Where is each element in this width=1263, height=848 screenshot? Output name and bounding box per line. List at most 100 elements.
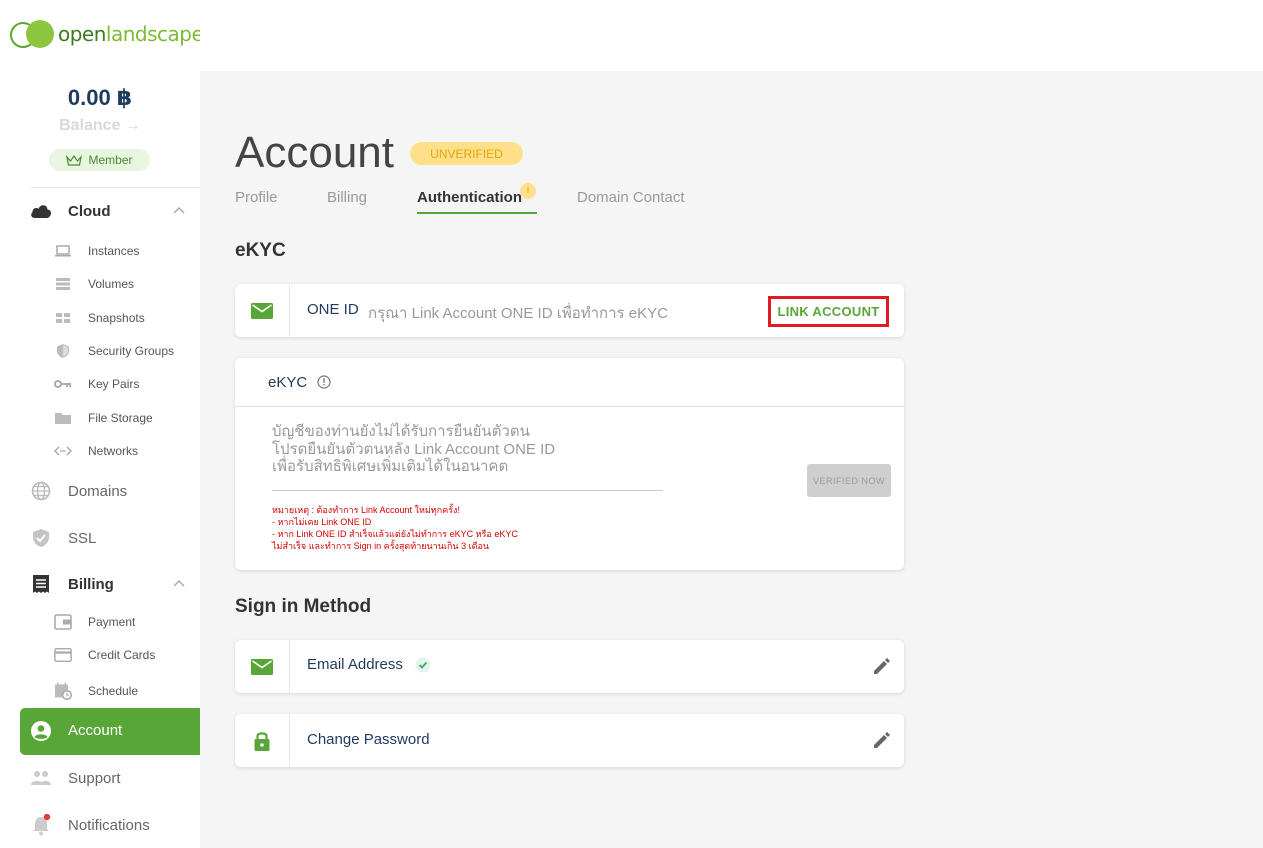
crown-icon <box>66 154 83 166</box>
tab-authentication[interactable]: Authentication <box>417 189 522 206</box>
sidebar-item-label: Networks <box>88 444 139 458</box>
sidebar-item-label: Cloud <box>68 202 111 220</box>
sidebar-item-notifications[interactable]: Notifications <box>0 811 200 839</box>
mail-icon <box>251 658 273 675</box>
member-badge: Member <box>49 149 150 171</box>
active-tab-indicator <box>417 212 537 214</box>
balance-block: 0.00 ฿ Balance → <box>0 85 200 135</box>
logo-text: openlandscape <box>58 22 204 46</box>
sidebar-item-label: Key Pairs <box>88 377 140 391</box>
ekyc-card-title: eKYC <box>268 374 308 391</box>
pencil-icon[interactable] <box>870 728 894 752</box>
credit-card-icon <box>54 646 72 664</box>
sidebar-item-ssl[interactable]: SSL <box>0 524 200 552</box>
member-label: Member <box>88 153 133 167</box>
balance-link[interactable]: Balance → <box>0 117 200 135</box>
sidebar-item-volumes[interactable]: Volumes <box>0 273 200 295</box>
change-password-card: Change Password <box>235 714 904 767</box>
sidebar-item-key-pairs[interactable]: Key Pairs <box>0 373 200 395</box>
folder-icon <box>54 409 72 427</box>
ekyc-message-line: เพื่อรับสิทธิพิเศษเพิ่มเติมได้ในอนาคต <box>272 458 509 475</box>
top-header-bar <box>200 0 1263 71</box>
shield-icon <box>54 342 72 360</box>
volumes-icon <box>54 275 72 293</box>
chevron-up-icon[interactable] <box>172 577 186 591</box>
logo-mark <box>10 20 56 48</box>
openlandscape-logo[interactable]: openlandscape <box>10 20 204 48</box>
sidebar-item-billing[interactable]: Billing <box>0 570 200 598</box>
ekyc-note: หมายเหตุ : ต้องทำการ Link Account ใหม่ทุ… <box>272 504 518 552</box>
sidebar-item-label: Schedule <box>88 684 139 698</box>
check-circle-icon <box>415 657 431 673</box>
sidebar-item-label: Credit Cards <box>88 648 156 662</box>
sidebar-item-label: Instances <box>88 244 140 258</box>
balance-amount: 0.00 ฿ <box>67 85 133 110</box>
email-icon-cell <box>235 640 290 693</box>
sidebar-item-label: Volumes <box>88 277 135 291</box>
ekyc-message-line: โปรดยืนยันตัวตนหลัง Link Account ONE ID <box>272 440 556 458</box>
ekyc-card: eKYC บัญชีของท่านยังไม่ได้รับการยืนยันตั… <box>235 358 904 570</box>
password-icon-cell <box>235 714 290 767</box>
one-id-icon-cell <box>235 284 290 337</box>
one-id-title: ONE ID <box>307 301 359 318</box>
tab-billing[interactable]: Billing <box>327 189 367 206</box>
pencil-icon[interactable] <box>870 654 894 678</box>
snapshots-icon <box>54 309 72 327</box>
sidebar-item-label: File Storage <box>88 411 153 425</box>
ekyc-message-line: บัญชีของท่านยังไม่ได้รับการยืนยันตัวตน <box>272 423 530 440</box>
sidebar-item-snapshots[interactable]: Snapshots <box>0 307 200 329</box>
key-icon <box>54 375 72 393</box>
info-badge-icon: i <box>520 183 536 199</box>
ekyc-card-header: eKYC <box>235 358 904 407</box>
sidebar-item-security-groups[interactable]: Security Groups <box>0 340 200 362</box>
sidebar-item-credit-cards[interactable]: Credit Cards <box>0 644 200 666</box>
tab-domain-contact[interactable]: Domain Contact <box>577 189 685 206</box>
sidebar-item-account[interactable]: Account <box>20 708 200 755</box>
sidebar-item-label: Notifications <box>68 816 150 834</box>
sidebar-item-instances[interactable]: Instances <box>0 240 200 262</box>
tab-profile[interactable]: Profile <box>235 189 278 206</box>
cloud-icon <box>30 200 52 222</box>
lock-icon <box>254 731 270 751</box>
email-address-card: Email Address <box>235 640 904 693</box>
people-icon <box>30 767 52 789</box>
sidebar-item-support[interactable]: Support <box>0 764 200 792</box>
sidebar-item-file-storage[interactable]: File Storage <box>0 407 200 429</box>
ekyc-note-line: หมายเหตุ : ต้องทำการ Link Account ใหม่ทุ… <box>272 505 460 515</box>
verified-now-button[interactable]: VERIFIED NOW <box>807 464 891 497</box>
chevron-up-icon[interactable] <box>172 204 186 218</box>
one-id-description: กรุณา Link Account ONE ID เพื่อทำการ eKY… <box>368 305 668 322</box>
receipt-icon <box>30 573 52 595</box>
sidebar-item-label: Security Groups <box>88 344 175 358</box>
sidebar-item-label: SSL <box>68 529 97 547</box>
ekyc-message: บัญชีของท่านยังไม่ได้รับการยืนยันตัวตน โ… <box>272 423 555 476</box>
sidebar-item-label: Support <box>68 769 121 787</box>
link-account-button[interactable]: LINK ACCOUNT <box>768 296 889 327</box>
sidebar-item-networks[interactable]: Networks <box>0 440 200 462</box>
globe-icon <box>30 480 52 502</box>
bell-icon <box>30 814 52 836</box>
sidebar-item-label: Billing <box>68 575 114 593</box>
ekyc-heading: eKYC <box>235 240 286 261</box>
sign-in-method-heading: Sign in Method <box>235 596 372 617</box>
wallet-icon <box>54 613 72 631</box>
status-badge: UNVERIFIED <box>410 142 523 165</box>
ekyc-note-line: - หาก Link ONE ID สำเร็จแล้วแต่ยังไม่ทำก… <box>272 529 518 539</box>
sidebar-item-payment[interactable]: Payment <box>0 611 200 633</box>
sidebar-item-schedule[interactable]: Schedule <box>0 680 200 702</box>
sidebar: openlandscape 0.00 ฿ Balance → Member Cl… <box>0 0 204 848</box>
sidebar-item-label: Domains <box>68 482 128 500</box>
ekyc-note-line: ไม่สำเร็จ และทำการ Sign in ครั้งสุดท้ายน… <box>272 541 490 551</box>
mail-icon <box>251 302 273 319</box>
ekyc-note-line: - หากไม่เคย Link ONE ID <box>272 517 372 527</box>
verified-shield-icon <box>30 527 52 549</box>
change-password-title: Change Password <box>307 731 430 748</box>
email-address-title: Email Address <box>307 656 431 673</box>
sidebar-item-label: Snapshots <box>88 311 145 325</box>
info-circle-icon[interactable] <box>317 375 331 389</box>
sidebar-item-domains[interactable]: Domains <box>0 477 200 505</box>
sidebar-item-label: Payment <box>88 615 136 629</box>
laptop-icon <box>54 242 72 260</box>
sidebar-item-cloud[interactable]: Cloud <box>0 197 200 225</box>
calendar-clock-icon <box>54 682 72 700</box>
